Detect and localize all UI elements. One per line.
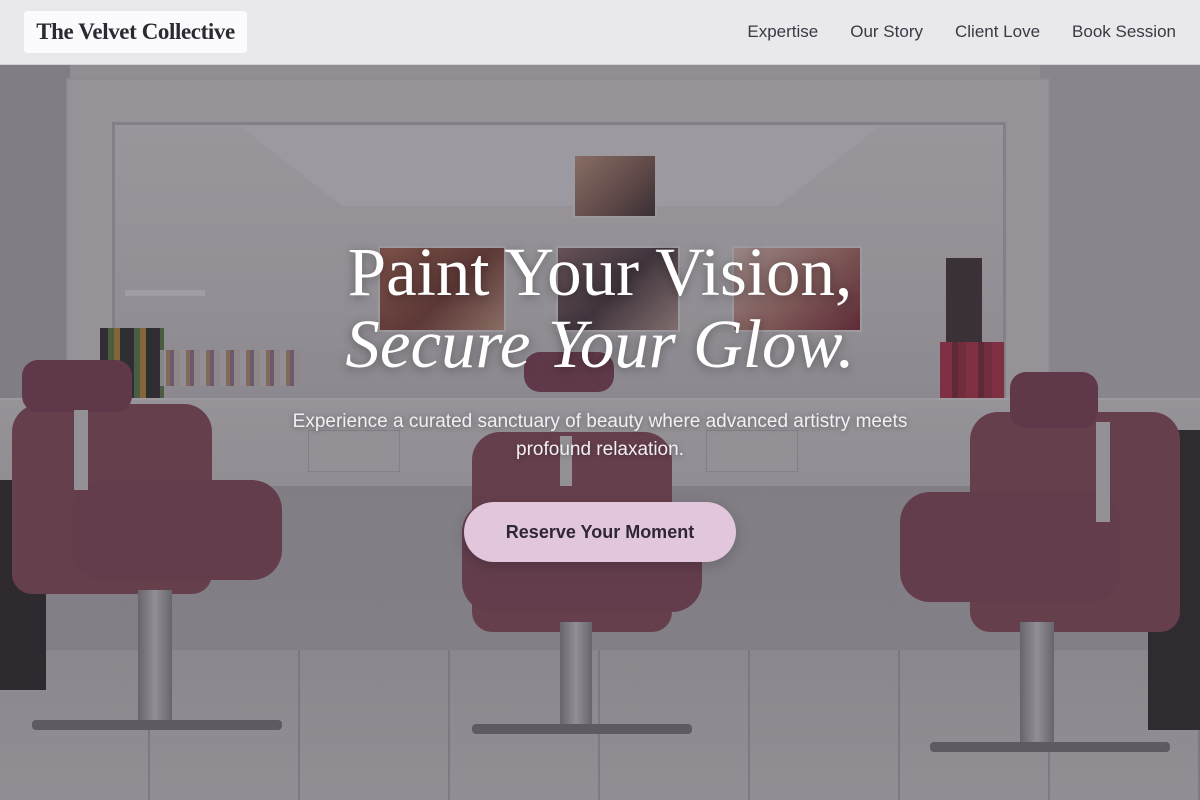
hero-headline: Paint Your Vision, Secure Your Glow. — [0, 236, 1200, 380]
nav-link-client-love[interactable]: Client Love — [955, 22, 1040, 42]
top-navbar: The Velvet Collective Expertise Our Stor… — [0, 0, 1200, 65]
brand-name: The Velvet Collective — [36, 19, 235, 44]
hero-subtext: Experience a curated sanctuary of beauty… — [292, 411, 908, 460]
nav-link-expertise[interactable]: Expertise — [747, 22, 818, 42]
nav-links: Expertise Our Story Client Love Book Ses… — [747, 0, 1176, 64]
nav-link-our-story[interactable]: Our Story — [850, 22, 923, 42]
nav-link-book-session[interactable]: Book Session — [1072, 22, 1176, 42]
reserve-button[interactable]: Reserve Your Moment — [464, 502, 736, 562]
hero-content: Paint Your Vision, Secure Your Glow. Exp… — [0, 236, 1200, 562]
headline-line-1: Paint Your Vision, — [347, 234, 853, 310]
headline-line-2: Secure Your Glow. — [345, 306, 855, 382]
brand-logo[interactable]: The Velvet Collective — [24, 11, 247, 53]
